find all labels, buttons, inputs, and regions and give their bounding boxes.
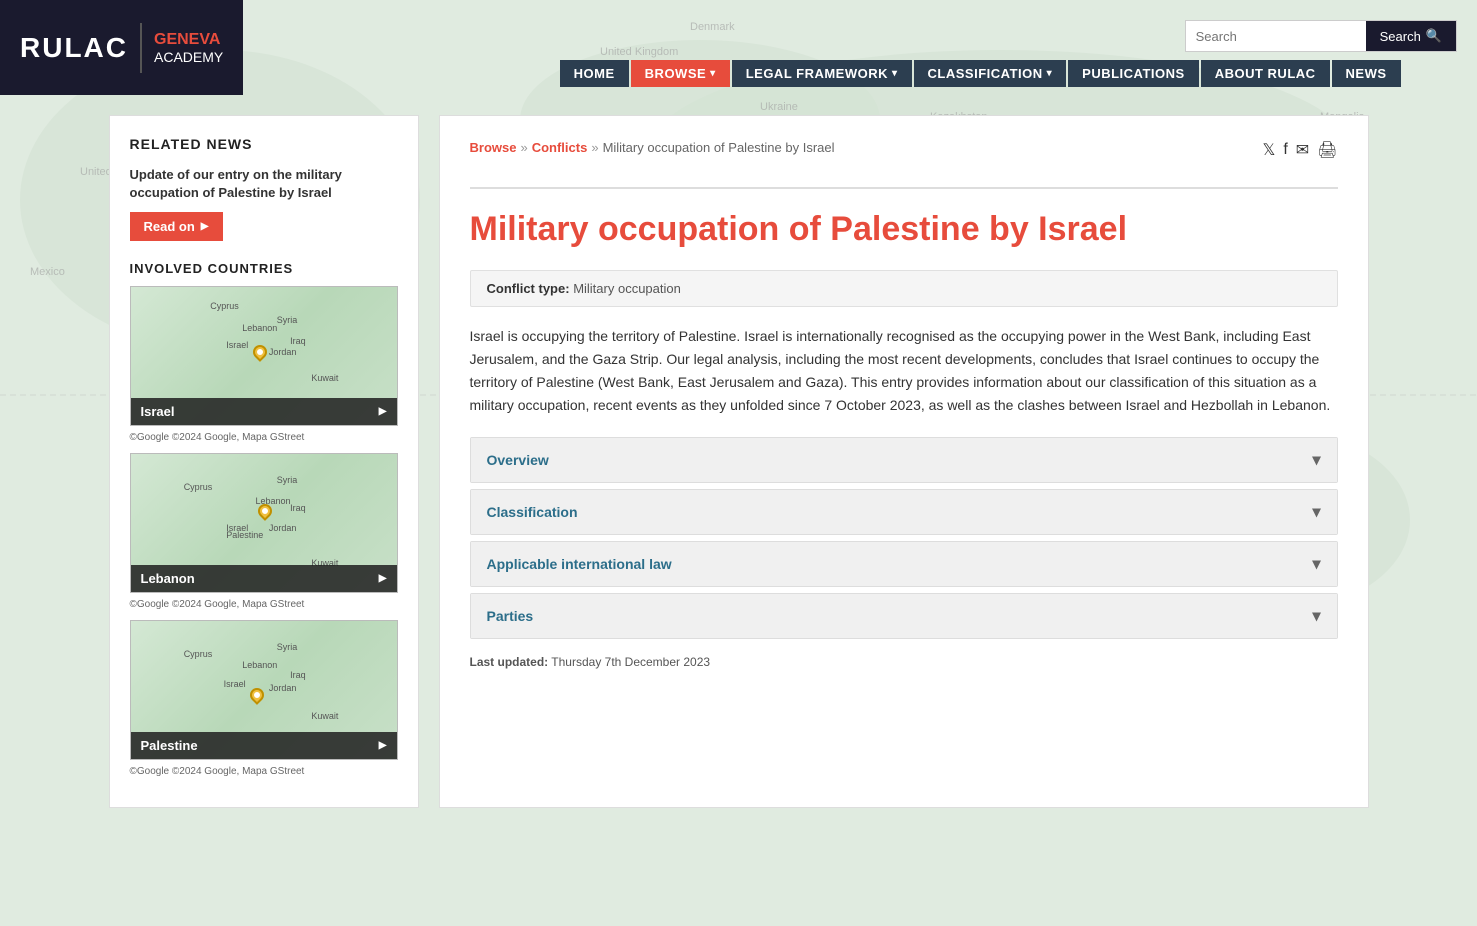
breadcrumb: Browse » Conflicts » Military occupation… <box>470 140 835 155</box>
share-icons: 𝕏 f ✉ 🖨 <box>1262 140 1337 160</box>
nav-publications[interactable]: PUBLICATIONS <box>1068 60 1199 87</box>
twitter-icon[interactable]: 𝕏 <box>1262 140 1275 160</box>
logo-geneva-academy: GENEVA ACADEMY <box>154 30 223 65</box>
classification-chevron: ▾ <box>1047 68 1053 79</box>
breadcrumb-browse[interactable]: Browse <box>470 140 517 155</box>
logo-rulac: RULAC <box>20 32 128 64</box>
browse-chevron: ▾ <box>710 68 716 79</box>
description: Israel is occupying the territory of Pal… <box>470 325 1338 417</box>
accordion-classification-header[interactable]: Classification ▾ <box>471 490 1337 534</box>
page-title: Military occupation of Palestine by Isra… <box>470 209 1338 250</box>
conflict-type-label: Conflict type: <box>487 281 570 296</box>
search-icon: 🔍 <box>1426 28 1442 44</box>
conflict-type-value: Military occupation <box>573 281 681 296</box>
involved-countries-title: INVOLVED COUNTRIES <box>130 261 398 276</box>
nav-classification[interactable]: CLASSIFICATION ▾ <box>914 60 1067 87</box>
accordion-overview[interactable]: Overview ▾ <box>470 437 1338 483</box>
search-box[interactable]: Search 🔍 <box>1185 20 1457 52</box>
israel-label: Israel <box>131 398 397 425</box>
nav-about[interactable]: ABOUT RULAC <box>1201 60 1330 87</box>
israel-map-credit: ©Google ©2024 Google, Mapa GStreet <box>130 430 398 445</box>
related-news-title: RELATED NEWS <box>130 136 398 152</box>
lebanon-label: Lebanon <box>131 565 397 592</box>
print-icon[interactable]: 🖨 <box>1317 140 1337 160</box>
header: RULAC GENEVA ACADEMY Search 🔍 HOME <box>0 0 1477 95</box>
email-icon[interactable]: ✉ <box>1296 140 1309 160</box>
facebook-icon[interactable]: f <box>1283 141 1287 159</box>
palestine-label: Palestine <box>131 732 397 759</box>
palestine-map[interactable]: Syria Cyprus Lebanon Iraq Jordan Israel … <box>130 620 398 760</box>
lebanon-map[interactable]: Syria Cyprus Lebanon Iraq Jordan Israel … <box>130 453 398 593</box>
nav-news[interactable]: NEWS <box>1332 60 1401 87</box>
palestine-map-credit: ©Google ©2024 Google, Mapa GStreet <box>130 764 398 779</box>
accordion-applicable-law-header[interactable]: Applicable international law ▾ <box>471 542 1337 586</box>
accordion-parties-header[interactable]: Parties ▾ <box>471 594 1337 638</box>
overview-chevron: ▾ <box>1312 450 1320 470</box>
main-layout: RELATED NEWS Update of our entry on the … <box>89 95 1389 828</box>
nav-browse[interactable]: BROWSE ▾ <box>631 60 730 87</box>
accordion-parties[interactable]: Parties ▾ <box>470 593 1338 639</box>
conflict-type-box: Conflict type: Military occupation <box>470 270 1338 307</box>
accordion-overview-header[interactable]: Overview ▾ <box>471 438 1337 482</box>
search-button[interactable]: Search 🔍 <box>1366 21 1456 51</box>
accordion-applicable-law[interactable]: Applicable international law ▾ <box>470 541 1338 587</box>
parties-chevron: ▾ <box>1312 606 1320 626</box>
content-area: Browse » Conflicts » Military occupation… <box>439 115 1369 808</box>
search-row: Search 🔍 <box>243 10 1477 56</box>
legal-chevron: ▾ <box>892 68 898 79</box>
last-updated: Last updated: Thursday 7th December 2023 <box>470 655 1338 669</box>
nav-legal-framework[interactable]: LEGAL FRAMEWORK ▾ <box>732 60 912 87</box>
breadcrumb-conflicts[interactable]: Conflicts <box>532 140 588 155</box>
search-input[interactable] <box>1186 23 1366 50</box>
logo-divider <box>140 23 142 73</box>
lebanon-map-credit: ©Google ©2024 Google, Mapa GStreet <box>130 597 398 612</box>
accordion-classification[interactable]: Classification ▾ <box>470 489 1338 535</box>
israel-map[interactable]: Syria Lebanon Iraq Jordan Israel Cyprus … <box>130 286 398 426</box>
logo[interactable]: RULAC GENEVA ACADEMY <box>0 0 243 95</box>
nav-search-wrapper: Search 🔍 HOME BROWSE ▾ LEGAL FRAMEWORK ▾… <box>243 0 1477 95</box>
read-on-button[interactable]: Read on <box>130 212 223 241</box>
breadcrumb-current: Military occupation of Palestine by Isra… <box>603 140 835 155</box>
classification-chevron: ▾ <box>1312 502 1320 522</box>
applicable-law-chevron: ▾ <box>1312 554 1320 574</box>
navigation: HOME BROWSE ▾ LEGAL FRAMEWORK ▾ CLASSIFI… <box>243 56 1477 95</box>
sidebar: RELATED NEWS Update of our entry on the … <box>109 115 419 808</box>
news-update-text: Update of our entry on the military occu… <box>130 166 398 202</box>
nav-home[interactable]: HOME <box>560 60 629 87</box>
